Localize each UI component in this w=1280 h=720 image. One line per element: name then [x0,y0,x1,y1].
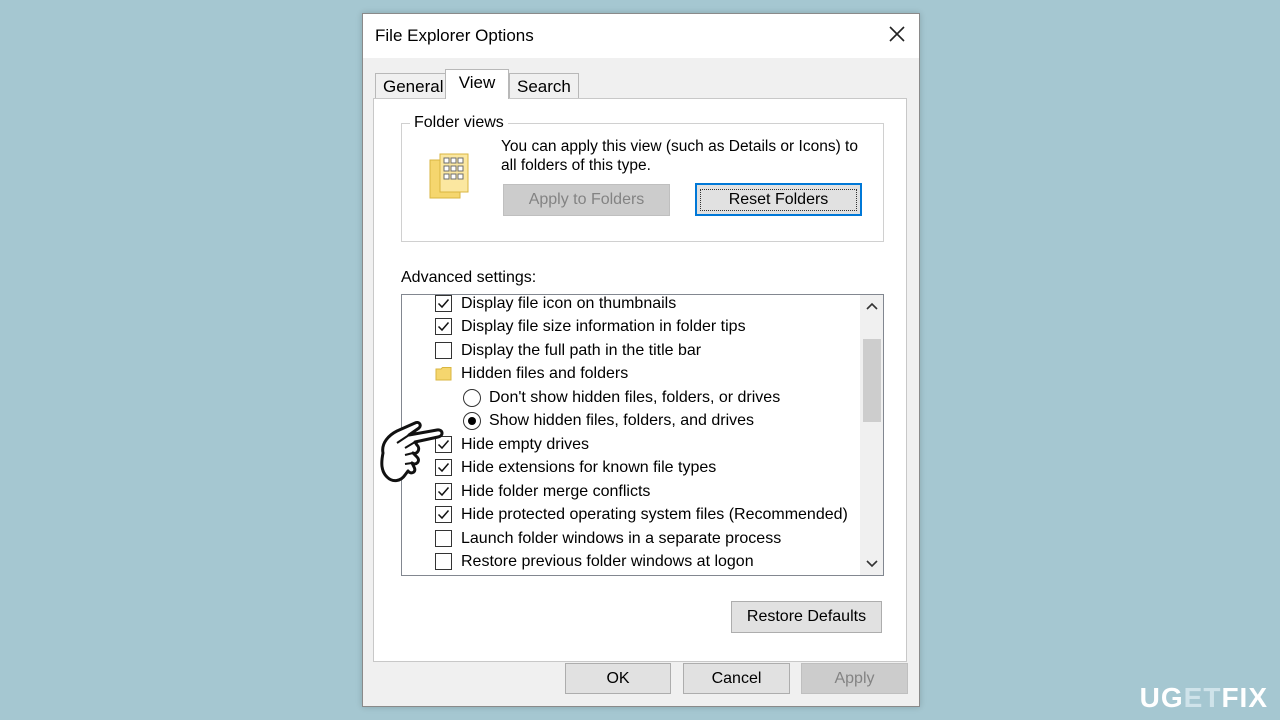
list-item-label: Display the full path in the title bar [461,341,702,359]
view-tab-panel: Folder views You can apply this view (su… [373,98,907,662]
close-icon [889,26,905,42]
list-item[interactable]: Display file icon on thumbnails [435,294,677,315]
title-bar[interactable]: File Explorer Options [363,14,919,58]
list-item-label: Launch folder windows in a separate proc… [461,529,782,547]
checkbox-display-file-size[interactable] [435,318,452,335]
list-item-label: Hide extensions for known file types [461,458,717,476]
folder-views-description: You can apply this view (such as Details… [501,138,858,174]
scroll-down-button[interactable] [860,553,883,575]
ok-label: OK [606,669,630,687]
list-item[interactable]: Launch folder windows in a separate proc… [435,527,781,550]
list-item-label: Hide folder merge conflicts [461,482,651,500]
radio-show-hidden[interactable] [463,411,481,430]
list-item-label: Hidden files and folders [461,364,629,382]
apply-button[interactable]: Apply [801,663,908,694]
list-item[interactable]: Hide empty drives [435,433,589,456]
advanced-settings-list[interactable]: Display file icon on thumbnails Display … [401,294,884,576]
checkmark-icon [437,322,450,332]
advanced-settings-label: Advanced settings: [401,269,537,286]
list-item-label: Display file icon on thumbnails [461,294,677,312]
checkbox-display-full-path[interactable] [435,342,452,359]
folder-views-group: Folder views You can apply this view (su… [401,114,884,242]
radio-dont-show-hidden[interactable] [463,388,481,407]
list-item[interactable]: Restore previous folder windows at logon [435,550,754,573]
pointing-hand-icon [380,421,444,483]
list-item-label: Restore previous folder windows at logon [461,552,754,570]
list-item[interactable]: Hide protected operating system files (R… [435,503,848,526]
checkmark-icon [437,299,450,309]
list-item[interactable]: Don't show hidden files, folders, or dri… [463,386,780,409]
reset-folders-label: Reset Folders [699,188,858,211]
chevron-up-icon [865,302,878,310]
checkbox-hide-protected-os-files[interactable] [435,506,452,523]
cancel-label: Cancel [711,669,762,687]
list-item-label: Show hidden files, folders, and drives [489,411,755,429]
restore-defaults-button[interactable]: Restore Defaults [731,601,882,633]
dialog-title: File Explorer Options [375,26,534,45]
scroll-up-button[interactable] [860,295,883,317]
ugetfix-watermark: UGETFIX [1139,682,1268,713]
ok-button[interactable]: OK [565,663,671,694]
close-button[interactable] [875,14,919,54]
checkbox-launch-separate-process[interactable] [435,530,452,547]
file-explorer-options-dialog: File Explorer Options General View Searc… [362,13,920,707]
list-item-label: Hide empty drives [461,435,590,453]
list-item[interactable]: Hide folder merge conflicts [435,480,650,503]
list-item-label: Don't show hidden files, folders, or dri… [489,388,781,406]
list-item[interactable]: Hide extensions for known file types [435,456,716,479]
folder-views-label: Folder views [410,114,508,132]
tab-view[interactable]: View [445,69,509,99]
checkbox-display-file-icon[interactable] [435,295,452,312]
list-item[interactable]: Show hidden files, folders, and drives [463,409,754,432]
apply-to-folders-button[interactable]: Apply to Folders [503,184,670,216]
checkmark-icon [437,510,450,520]
apply-label: Apply [834,669,875,687]
restore-defaults-label: Restore Defaults [746,608,867,625]
vertical-scrollbar[interactable] [860,295,883,575]
checkbox-restore-previous-windows[interactable] [435,553,452,570]
list-item-group-header: Hidden files and folders [435,362,628,385]
cancel-button[interactable]: Cancel [683,663,790,694]
list-item[interactable]: Display the full path in the title bar [435,339,701,362]
list-item[interactable]: Display file size information in folder … [435,315,746,338]
scrollbar-thumb[interactable] [863,339,881,422]
tab-search[interactable]: Search [509,73,579,98]
folder-views-icon [429,153,469,199]
list-item-label: Hide protected operating system files (R… [461,505,848,523]
apply-to-folders-label: Apply to Folders [528,191,645,208]
folder-icon [435,365,452,382]
list-item-label: Display file size information in folder … [461,317,746,335]
screen: File Explorer Options General View Searc… [0,0,1280,720]
tab-general[interactable]: General [375,73,452,98]
reset-folders-button[interactable]: Reset Folders [695,183,862,216]
chevron-down-icon [865,560,878,568]
